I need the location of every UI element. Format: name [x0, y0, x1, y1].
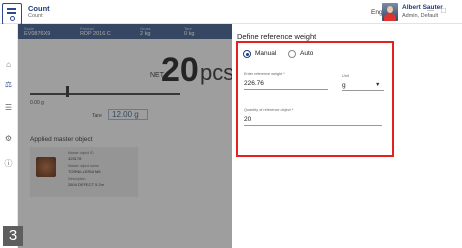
list-icon[interactable]: ☰ [4, 103, 13, 112]
app-title: Count [28, 4, 50, 13]
app-header: Count Count English▿ Albert Sauter Admin… [0, 0, 462, 25]
panel-title: Define reference weight [237, 32, 317, 41]
home-icon[interactable]: ⌂ [4, 60, 13, 69]
user-name[interactable]: Albert Sauter [402, 4, 443, 11]
close-icon[interactable]: □ [441, 6, 446, 15]
avatar[interactable] [382, 3, 398, 21]
app-breadcrumb: Count [28, 13, 43, 19]
minimize-icon[interactable]: — [427, 7, 434, 14]
reference-weight-panel: Define reference weight Manual Auto Ente… [232, 24, 462, 248]
step-badge: 3 [3, 226, 23, 246]
info-icon[interactable]: ⓘ [4, 159, 13, 168]
side-rail: ⌂ ⚖ ☰ ⚙ ⓘ [0, 24, 18, 248]
highlight-box [236, 41, 394, 157]
settings-icon[interactable]: ⚙ [4, 134, 13, 143]
app-logo-icon[interactable] [2, 3, 22, 25]
scale-icon[interactable]: ⚖ [4, 80, 13, 89]
modal-overlay[interactable] [18, 24, 232, 248]
